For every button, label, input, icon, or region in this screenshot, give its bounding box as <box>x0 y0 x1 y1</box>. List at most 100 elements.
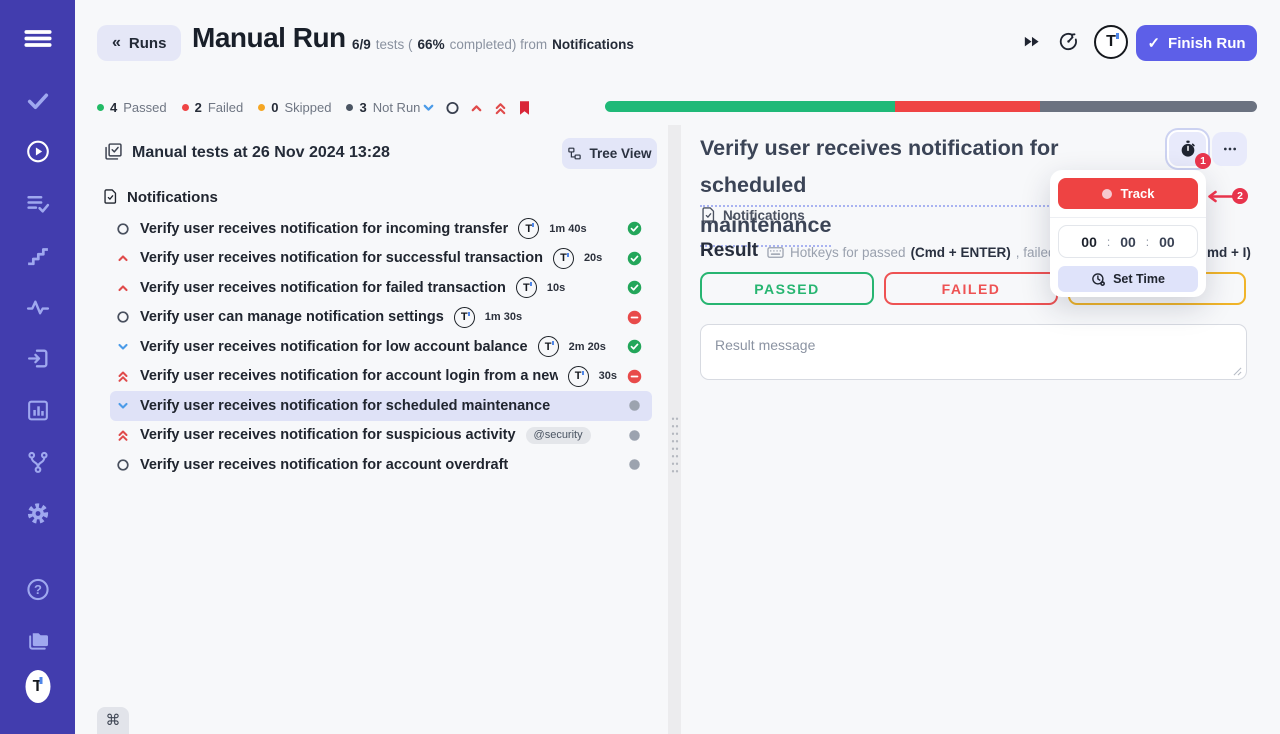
resizer-grip-icon[interactable] <box>671 415 679 475</box>
tree-view-button[interactable]: Tree View <box>562 138 657 169</box>
hotkeys-tail: md + I) <box>1207 245 1251 260</box>
run-panel-title: Manual tests at 26 Nov 2024 13:28 <box>132 144 390 162</box>
status-not-run-icon <box>627 457 642 472</box>
time-seconds[interactable]: 00 <box>1159 234 1175 250</box>
test-duration: 1m 40s <box>549 223 586 235</box>
status-count-value: 2 <box>195 100 202 115</box>
test-row[interactable]: Verify user receives notification for sc… <box>110 391 652 421</box>
bookmark-icon[interactable] <box>516 99 532 116</box>
back-to-runs-button[interactable]: « Runs <box>97 25 181 61</box>
list-check-icon[interactable] <box>25 191 50 216</box>
test-row[interactable]: Verify user receives notification for fa… <box>110 273 652 303</box>
test-row[interactable]: Verify user receives notification for ac… <box>110 450 652 480</box>
priority-normal-icon <box>116 222 130 236</box>
status-failed-icon <box>627 369 642 384</box>
time-minutes[interactable]: 00 <box>1120 234 1136 250</box>
check-icon: ✓ <box>1147 34 1160 52</box>
chevron-down-icon[interactable] <box>420 99 436 116</box>
annotation-badge-1: 1 <box>1195 153 1211 169</box>
retry-timer-icon[interactable] <box>1057 30 1080 53</box>
test-duration: 1m 30s <box>485 311 522 323</box>
testomat-logo-icon: T <box>518 218 539 239</box>
test-duration: 20s <box>584 252 602 264</box>
priority-filters <box>420 99 532 116</box>
logo-icon[interactable]: T <box>25 674 50 699</box>
progress-segment-passed <box>605 101 895 112</box>
check-icon[interactable] <box>25 88 50 113</box>
track-button[interactable]: Track <box>1058 178 1198 209</box>
test-title: Verify user receives notification for lo… <box>140 339 528 355</box>
testomat-logo-icon: T <box>516 277 537 298</box>
test-row[interactable]: Verify user receives notification for ac… <box>110 362 652 392</box>
folder-icon[interactable] <box>25 628 50 653</box>
timer-popup: Track 00 : 00 : 00 Set Time <box>1050 170 1206 297</box>
test-row[interactable]: Verify user receives notification for su… <box>110 244 652 274</box>
time-input[interactable]: 00 : 00 : 00 <box>1058 225 1198 258</box>
breadcrumb-file-icon <box>700 206 717 223</box>
status-count-value: 4 <box>110 100 117 115</box>
time-colon: : <box>1146 235 1149 249</box>
steps-icon[interactable] <box>25 243 50 268</box>
tree-view-icon <box>567 146 582 161</box>
popup-divider <box>1050 217 1206 218</box>
tree-view-label: Tree View <box>589 146 651 161</box>
keyboard-icon <box>766 243 785 262</box>
status-failed-icon <box>627 310 642 325</box>
fast-forward-icon[interactable] <box>1022 35 1041 50</box>
gear-icon[interactable] <box>25 501 50 526</box>
login-icon[interactable] <box>25 346 50 371</box>
status-count-value: 0 <box>271 100 278 115</box>
time-hours[interactable]: 00 <box>1081 234 1097 250</box>
test-row[interactable]: Verify user receives notification for su… <box>110 421 652 451</box>
set-time-button[interactable]: Set Time <box>1058 266 1198 292</box>
more-options-button[interactable] <box>1212 132 1247 166</box>
tests-count: 6/9 <box>352 37 371 52</box>
play-circle-icon[interactable] <box>25 139 50 164</box>
priority-high-icon <box>116 251 130 265</box>
breadcrumb[interactable]: Notifications <box>723 208 805 223</box>
run-checklist-icon <box>103 141 124 162</box>
priority-low-icon <box>116 340 130 354</box>
chevron-up-icon[interactable] <box>468 99 484 116</box>
finish-run-button[interactable]: ✓ Finish Run <box>1136 25 1257 61</box>
priority-critical-icon <box>116 369 130 383</box>
hotkeys-prefix: Hotkeys for passed <box>790 245 906 260</box>
help-icon[interactable]: ? <box>25 577 50 602</box>
resize-grip-icon[interactable] <box>1233 367 1242 376</box>
test-row[interactable]: Verify user can manage notification sett… <box>110 303 652 333</box>
test-row[interactable]: Verify user receives notification for lo… <box>110 332 652 362</box>
circle-icon[interactable] <box>444 99 460 116</box>
passed-button[interactable]: PASSED <box>700 272 874 305</box>
time-colon: : <box>1107 235 1110 249</box>
ellipsis-icon <box>1222 141 1238 157</box>
status-count-skipped: 0Skipped <box>258 100 331 115</box>
progress-segment-failed <box>895 101 1040 112</box>
chart-icon[interactable] <box>25 398 50 423</box>
test-title: Verify user receives notification for ac… <box>140 457 508 473</box>
status-dot-icon <box>182 104 189 111</box>
branch-icon[interactable] <box>25 450 50 475</box>
testomat-logo-icon[interactable]: T <box>1094 25 1128 59</box>
failed-button[interactable]: FAILED <box>884 272 1058 305</box>
test-title: Verify user receives notification for in… <box>140 221 508 237</box>
result-message-input[interactable] <box>700 324 1247 380</box>
test-duration: 2m 20s <box>569 341 606 353</box>
testomat-logo-icon: T <box>553 248 574 269</box>
test-row[interactable]: Verify user receives notification for in… <box>110 214 652 244</box>
status-passed-icon <box>627 251 642 266</box>
completed-word: completed) from <box>450 37 548 52</box>
sidebar: ?T <box>0 0 75 734</box>
tests-word: tests ( <box>376 37 413 52</box>
status-count-value: 3 <box>359 100 366 115</box>
double-chevron-left-icon: « <box>112 34 121 52</box>
activity-icon[interactable] <box>25 295 50 320</box>
double-chevron-up-icon[interactable] <box>492 99 508 116</box>
command-shortcut-button[interactable]: ⌘ <box>97 707 129 734</box>
test-title: Verify user can manage notification sett… <box>140 309 444 325</box>
result-heading: Result <box>700 240 758 262</box>
suite-name[interactable]: Notifications <box>127 189 218 206</box>
priority-high-icon <box>116 281 130 295</box>
menu-icon[interactable] <box>23 26 53 51</box>
status-dot-icon <box>97 104 104 111</box>
finish-run-label: Finish Run <box>1168 35 1246 52</box>
